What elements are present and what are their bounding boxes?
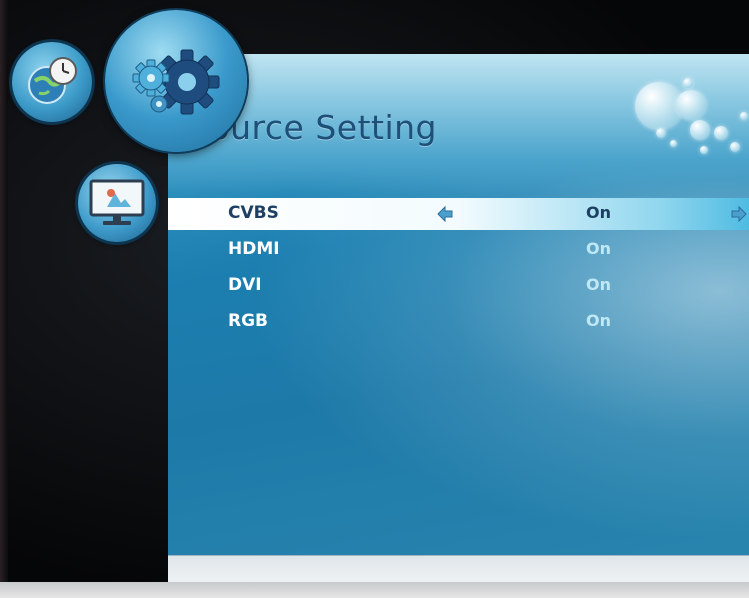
arrow-left-icon[interactable] [436,205,454,223]
source-label: DVI [228,275,262,295]
source-value[interactable]: On [586,311,611,330]
source-item-dvi[interactable]: DVI On [168,270,749,302]
bubble-decoration [656,128,666,138]
arrow-right-icon[interactable] [730,205,748,223]
bezel-bottom [0,582,749,598]
source-label: CVBS [228,203,279,223]
category-setup[interactable] [105,10,247,152]
source-label: HDMI [228,239,280,259]
source-item-rgb[interactable]: RGB On [168,306,749,338]
bubble-decoration [714,126,728,140]
bubble-decoration [700,146,708,154]
monitor-icon [89,179,145,225]
source-value[interactable]: On [586,275,611,294]
globe-clock-icon [28,57,77,104]
panel-footer [168,555,749,582]
source-value[interactable]: On [586,239,611,258]
bubble-decoration [683,78,693,88]
category-time[interactable] [12,42,92,122]
source-label: RGB [228,311,269,331]
bubble-decoration [690,120,710,140]
category-screen[interactable] [78,164,156,242]
bubble-decoration [676,90,706,120]
gears-icon [132,49,220,115]
source-item-hdmi[interactable]: HDMI On [168,234,749,266]
bubble-decoration [730,142,740,152]
bubble-decoration [740,112,748,120]
bezel-left [0,0,8,598]
bubble-decoration [670,140,677,147]
source-value[interactable]: On [586,203,611,222]
source-item-cvbs[interactable]: CVBS On [168,198,749,230]
